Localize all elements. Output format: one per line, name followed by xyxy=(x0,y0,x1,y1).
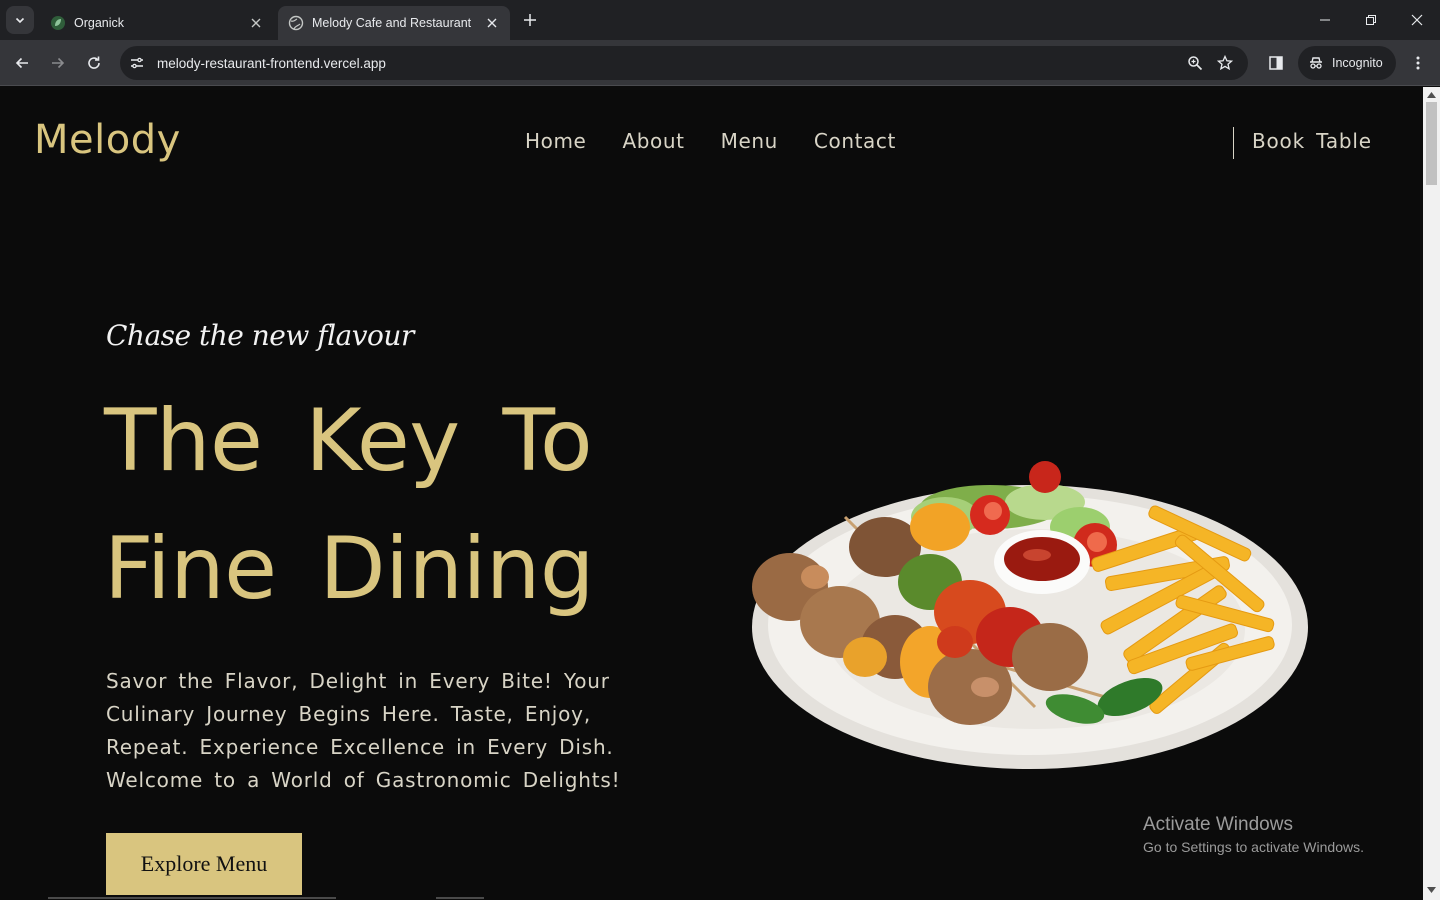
arrow-left-icon xyxy=(15,57,28,69)
browser-menu-button[interactable] xyxy=(1406,49,1430,77)
scroll-down-arrow-icon[interactable] xyxy=(1427,885,1436,894)
url-text[interactable]: melody-restaurant-frontend.vercel.app xyxy=(157,56,1180,71)
reload-button[interactable] xyxy=(80,49,108,77)
plus-icon xyxy=(524,14,536,26)
nav-link-contact[interactable]: Contact xyxy=(814,129,896,153)
minimize-icon xyxy=(1320,19,1330,21)
new-tab-button[interactable] xyxy=(518,8,542,32)
tab-title: Organick xyxy=(74,16,125,30)
side-panel-button[interactable] xyxy=(1262,49,1290,77)
close-icon[interactable] xyxy=(484,15,500,31)
scroll-up-arrow-icon[interactable] xyxy=(1427,90,1436,99)
zoom-icon[interactable] xyxy=(1180,48,1210,78)
hero-description: Savor the Flavor, Delight in Every Bite!… xyxy=(106,669,621,792)
nav-link-menu[interactable]: Menu xyxy=(721,129,778,153)
close-icon[interactable] xyxy=(248,15,264,31)
nav-link-about[interactable]: About xyxy=(622,129,684,153)
tab-strip: Organick Melody Cafe and Restaurant xyxy=(0,0,1440,40)
arrow-right-icon xyxy=(52,57,65,69)
hero-headline-line1: The Key To xyxy=(104,391,593,491)
hero-tagline: Chase the new flavour xyxy=(106,319,414,352)
watermark-title: Activate Windows xyxy=(1143,814,1293,835)
nav-divider xyxy=(1233,127,1234,159)
incognito-profile-button[interactable]: Incognito xyxy=(1298,46,1396,80)
incognito-label: Incognito xyxy=(1332,56,1383,70)
tab-title: Melody Cafe and Restaurant xyxy=(312,16,472,30)
tab-search-button[interactable] xyxy=(6,6,34,34)
site-info-icon[interactable] xyxy=(124,50,150,76)
watermark-subtitle: Go to Settings to activate Windows. xyxy=(1143,839,1364,855)
minimize-button[interactable] xyxy=(1302,0,1348,40)
address-bar[interactable]: melody-restaurant-frontend.vercel.app xyxy=(120,46,1248,80)
windows-activation-watermark: Activate Windows Go to Settings to activ… xyxy=(1143,814,1364,855)
page-viewport: Melody Home About Menu Contact Book Tabl… xyxy=(0,87,1423,900)
reload-icon xyxy=(88,56,100,69)
hero-dish-image xyxy=(752,461,1308,769)
globe-favicon-icon xyxy=(288,15,304,31)
close-window-button[interactable] xyxy=(1394,0,1440,40)
restore-icon xyxy=(1366,15,1376,25)
restore-button[interactable] xyxy=(1348,0,1394,40)
chevron-down-icon xyxy=(15,17,25,24)
hero-headline-line2: Fine Dining xyxy=(104,519,594,619)
main-nav: Home About Menu Contact xyxy=(525,129,896,153)
book-table-link[interactable]: Book Table xyxy=(1252,129,1372,153)
back-button[interactable] xyxy=(8,49,36,77)
tab-organick[interactable]: Organick xyxy=(40,6,274,40)
explore-menu-button[interactable]: Explore Menu xyxy=(106,833,302,895)
side-panel-icon xyxy=(1269,56,1283,70)
browser-toolbar: melody-restaurant-frontend.vercel.app In… xyxy=(0,40,1440,86)
scrollbar-thumb[interactable] xyxy=(1426,102,1437,185)
bookmark-star-icon[interactable] xyxy=(1210,48,1240,78)
leaf-favicon-icon xyxy=(50,15,66,31)
bottom-divider-left xyxy=(48,897,336,899)
close-icon xyxy=(1411,14,1423,26)
site-logo[interactable]: Melody xyxy=(34,117,181,163)
kebab-menu-icon xyxy=(1416,56,1420,70)
incognito-icon xyxy=(1310,57,1322,69)
bottom-divider-right xyxy=(436,897,484,899)
tab-melody[interactable]: Melody Cafe and Restaurant xyxy=(278,6,510,40)
forward-button[interactable] xyxy=(44,49,72,77)
hero-headline: The Key To Fine Dining xyxy=(104,377,594,633)
nav-link-home[interactable]: Home xyxy=(525,129,586,153)
page-scrollbar[interactable] xyxy=(1423,87,1440,900)
